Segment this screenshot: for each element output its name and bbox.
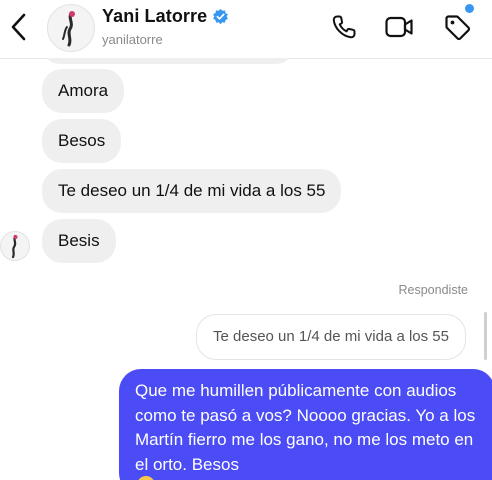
incoming-message[interactable]: Amora: [42, 69, 125, 113]
tag-icon[interactable]: [442, 12, 472, 42]
notification-dot: [465, 4, 474, 13]
quoted-message[interactable]: Te deseo un 1/4 de mi vida a los 55: [196, 314, 466, 360]
phone-icon[interactable]: [329, 12, 359, 42]
incoming-message[interactable]: Besos: [42, 119, 122, 163]
sender-avatar[interactable]: [0, 231, 30, 261]
contact-name[interactable]: Yani Latorre: [102, 6, 207, 27]
back-chevron-icon[interactable]: [6, 10, 32, 44]
outgoing-message[interactable]: Que me humillen públicamente con audios …: [119, 369, 492, 480]
video-camera-icon[interactable]: [384, 12, 414, 42]
incoming-message[interactable]: Besis: [42, 219, 116, 263]
reply-indicator-bar: [484, 312, 487, 360]
profile-avatar[interactable]: [47, 4, 95, 52]
message-thread[interactable]: Amora Besos Te deseo un 1/4 de mi vida a…: [0, 58, 492, 480]
verified-badge-icon: [213, 8, 229, 25]
previous-message-bubble: [42, 58, 294, 64]
contact-username: yanilatorre: [102, 32, 163, 47]
chat-header: Yani Latorre yanilatorre: [0, 0, 492, 59]
replied-label: Respondiste: [398, 283, 469, 297]
incoming-message[interactable]: Te deseo un 1/4 de mi vida a los 55: [42, 169, 342, 213]
